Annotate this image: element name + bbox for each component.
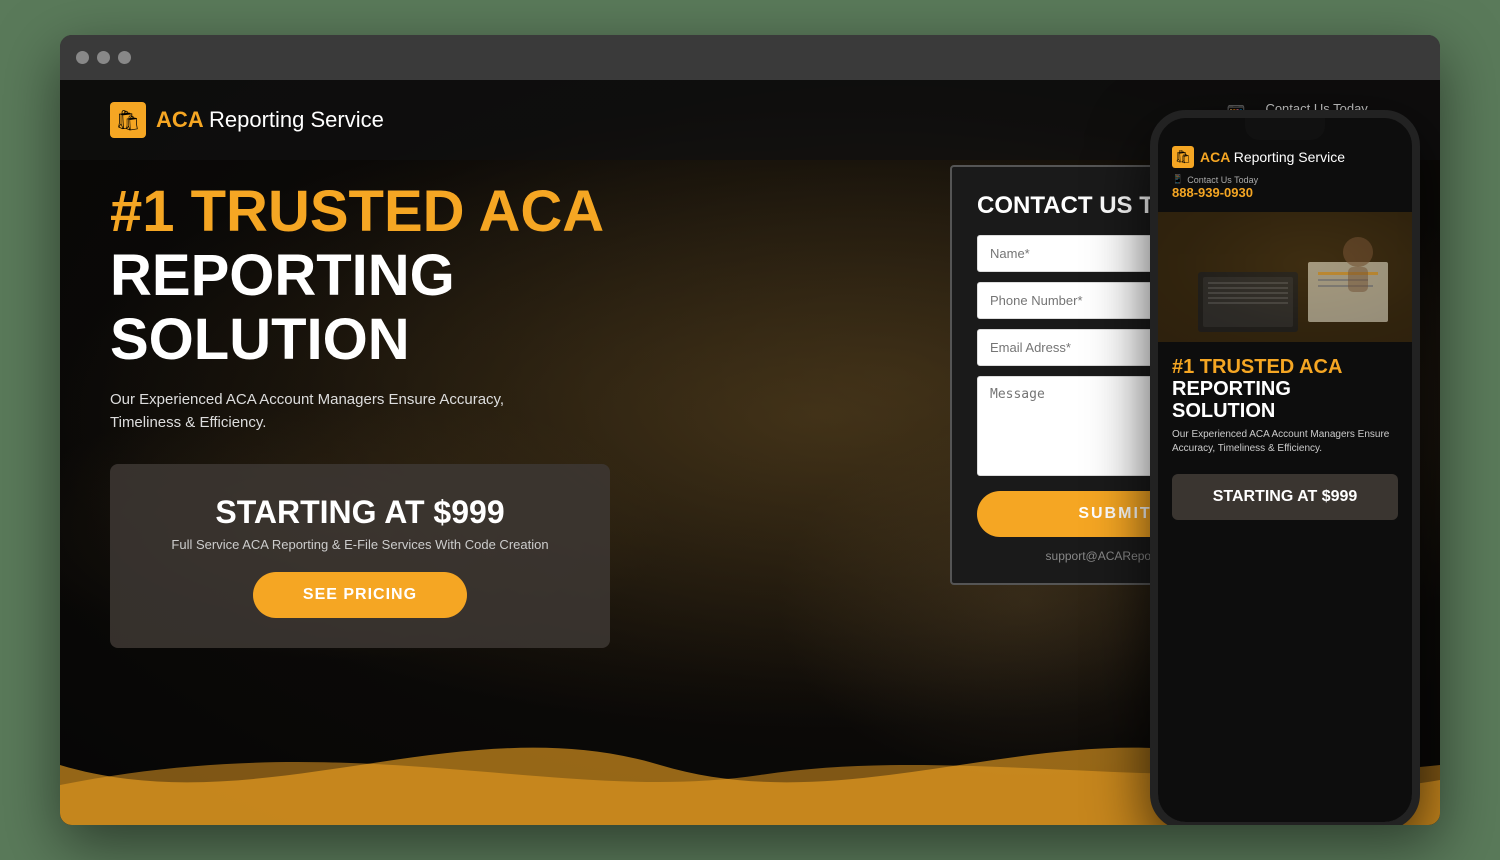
phone-logo-icon: 🛍 [1172, 146, 1194, 168]
phone-pricing-title: STARTING AT $999 [1186, 488, 1384, 506]
phone-screen: 🛍 ACA Reporting Service 📱 Contact Us Tod… [1158, 118, 1412, 822]
pricing-box: STARTING AT $999 Full Service ACA Report… [110, 464, 610, 648]
phone-hero-content: #1 TRUSTED ACA REPORTING SOLUTION Our Ex… [1158, 342, 1412, 466]
website: 🛍 ACA Reporting Service 📱 Contact Us Tod… [60, 80, 1440, 825]
phone-hero-image [1158, 212, 1412, 342]
logo-icon: 🛍 [110, 102, 146, 138]
browser-dot-yellow [97, 51, 110, 64]
see-pricing-button[interactable]: SEE PRICING [253, 572, 467, 618]
pricing-subtitle: Full Service ACA Reporting & E-File Serv… [150, 537, 570, 552]
phone-hero-title2: REPORTING SOLUTION [1172, 378, 1398, 422]
hero-content: #1 TRUSTED ACA REPORTING SOLUTION Our Ex… [110, 180, 770, 648]
phone-logo: 🛍 ACA Reporting Service [1172, 146, 1398, 168]
pricing-title: STARTING AT $999 [150, 494, 570, 531]
hero-subtitle: Our Experienced ACA Account Managers Ens… [110, 389, 770, 434]
logo-text: ACA Reporting Service [156, 107, 384, 133]
hero-title-line1: #1 TRUSTED ACA [110, 180, 770, 244]
phone-hero-title1: #1 TRUSTED ACA [1172, 356, 1398, 378]
browser-window: 🛍 ACA Reporting Service 📱 Contact Us Tod… [60, 35, 1440, 825]
phone-notch [1245, 118, 1325, 140]
phone-contact-label: 📱 Contact Us Today [1172, 174, 1398, 185]
hero-title-line2: REPORTING SOLUTION [110, 244, 770, 372]
logo-area: 🛍 ACA Reporting Service [110, 102, 384, 138]
phone-contact-phone: 888-939-0930 [1172, 185, 1398, 200]
phone-mockup: 🛍 ACA Reporting Service 📱 Contact Us Tod… [1150, 110, 1420, 825]
browser-dot-green [118, 51, 131, 64]
phone-logo-text: ACA Reporting Service [1200, 149, 1345, 165]
browser-dot-red [76, 51, 89, 64]
browser-chrome [60, 35, 1440, 80]
phone-hero-desc: Our Experienced ACA Account Managers Ens… [1172, 428, 1398, 456]
phone-pricing-box: STARTING AT $999 [1172, 474, 1398, 520]
